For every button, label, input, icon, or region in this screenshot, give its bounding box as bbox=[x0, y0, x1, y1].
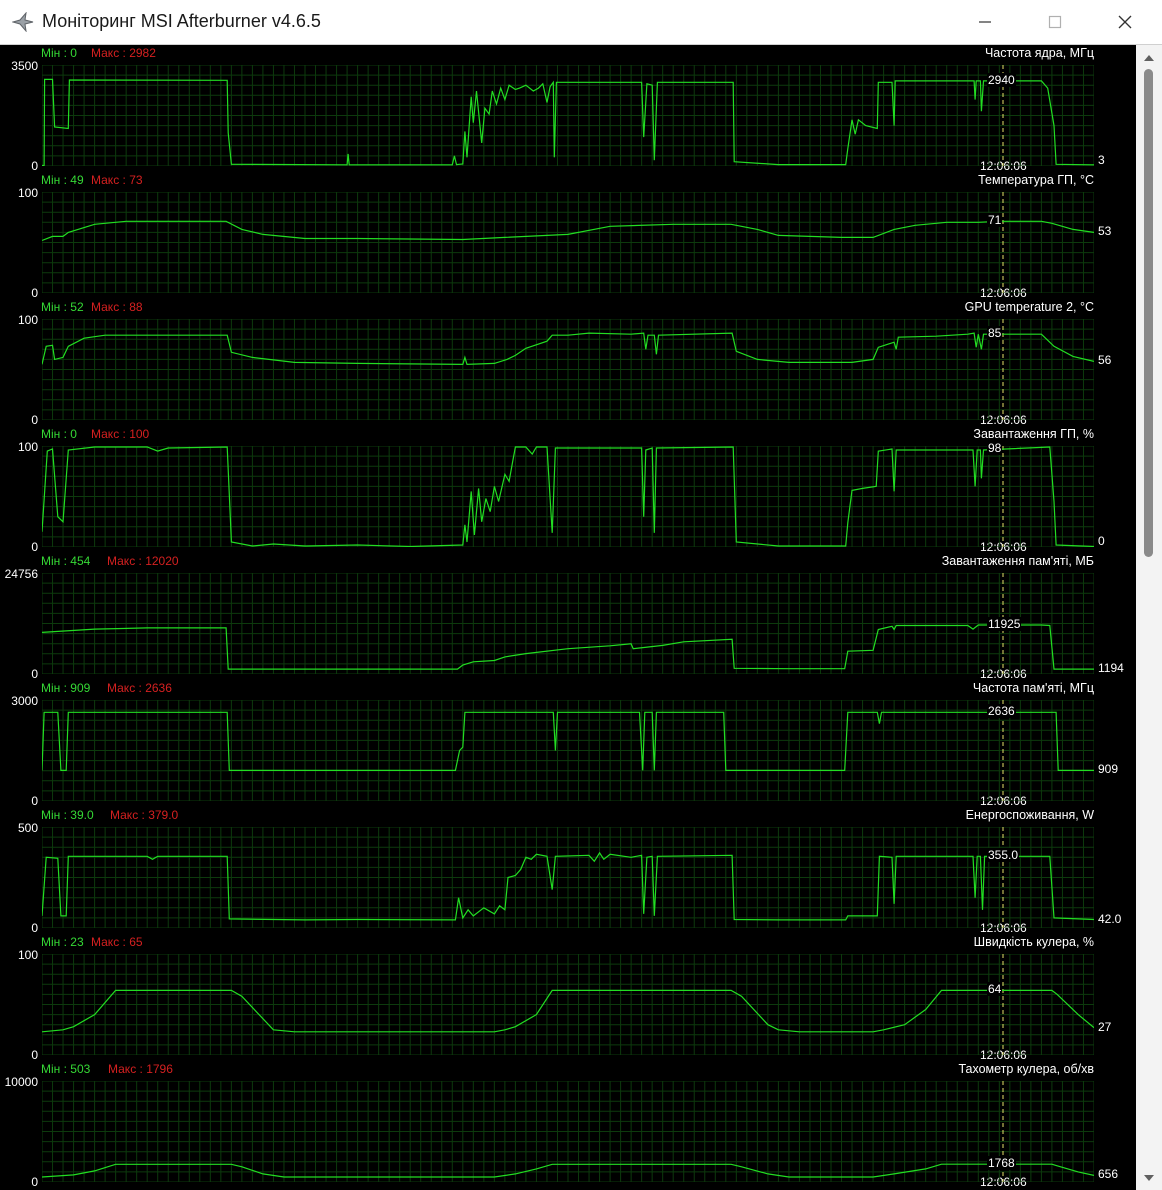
graph-last-value: 909 bbox=[1098, 762, 1119, 777]
graph-y-max-label: 24756 bbox=[4, 567, 38, 581]
graph-y-max-label: 100 bbox=[17, 440, 38, 454]
graph-max-label: Макс : 65 bbox=[91, 935, 143, 949]
graph-y-min-label: 0 bbox=[31, 159, 38, 173]
graph-y-min-label: 0 bbox=[31, 1048, 38, 1062]
vertical-scrollbar[interactable] bbox=[1136, 45, 1162, 1190]
graph-current-value: 2636 bbox=[987, 704, 1016, 719]
maximize-button[interactable] bbox=[1020, 0, 1090, 44]
graph-y-min-label: 0 bbox=[31, 286, 38, 300]
graph-current-value: 85 bbox=[987, 326, 1003, 341]
maximize-icon bbox=[1048, 15, 1062, 29]
graph-y-min-label: 0 bbox=[31, 413, 38, 427]
graph-name-label: Температура ГП, °C bbox=[978, 173, 1094, 187]
graph-max-label: Макс : 12020 bbox=[107, 554, 179, 568]
graph-max-label: Макс : 379.0 bbox=[110, 808, 179, 822]
close-icon bbox=[1118, 15, 1132, 29]
afterburner-plane-icon bbox=[11, 11, 34, 33]
graph-panel[interactable]: Мін : 0 Макс : 2982 Частота ядра, МГц 3500 0… bbox=[2, 45, 1136, 173]
graph-current-value: 1768 bbox=[987, 1156, 1016, 1171]
graph-y-min-label: 0 bbox=[31, 921, 38, 935]
graph-name-label: Частота ядра, МГц bbox=[984, 46, 1094, 60]
graph-plot[interactable] bbox=[42, 700, 1094, 801]
graph-plot[interactable] bbox=[42, 954, 1094, 1055]
graph-last-value: 53 bbox=[1098, 224, 1112, 239]
graph-y-max-label: 500 bbox=[17, 821, 38, 835]
graph-current-value: 98 bbox=[987, 441, 1003, 456]
graph-y-min-label: 0 bbox=[31, 1175, 38, 1189]
graph-max-label: Макс : 2636 bbox=[107, 681, 172, 695]
minimize-button[interactable] bbox=[950, 0, 1020, 44]
graph-plot[interactable] bbox=[42, 827, 1094, 928]
graph-last-value: 56 bbox=[1098, 353, 1112, 368]
graph-max-label: Макс : 1796 bbox=[108, 1062, 173, 1076]
graph-plot[interactable] bbox=[42, 573, 1094, 674]
scroll-down-arrow-icon[interactable] bbox=[1142, 1173, 1156, 1183]
graph-plot[interactable] bbox=[42, 319, 1094, 420]
graph-plot[interactable] bbox=[42, 446, 1094, 547]
graph-y-max-label: 100 bbox=[17, 313, 38, 327]
graph-current-value: 2940 bbox=[987, 72, 1016, 87]
graph-name-label: Завантаження пам'яті, МБ bbox=[941, 554, 1094, 568]
graph-panel[interactable]: Мін : 909 Макс : 2636 Частота пам'яті, МГц… bbox=[2, 680, 1136, 808]
graph-max-label: Макс : 2982 bbox=[91, 46, 156, 60]
graph-max-label: Макс : 88 bbox=[91, 300, 143, 314]
graph-y-min-label: 0 bbox=[31, 540, 38, 554]
graph-name-label: Тахометр кулера, об/хв bbox=[958, 1062, 1094, 1076]
close-button[interactable] bbox=[1090, 0, 1160, 44]
graph-last-value: 3 bbox=[1098, 153, 1105, 167]
graph-panel[interactable]: Мін : 23 Макс : 65 Швидкість кулера, % 100 0… bbox=[2, 934, 1136, 1062]
graph-last-value: 42.0 bbox=[1098, 911, 1122, 926]
graph-panel[interactable]: Мін : 0 Макс : 100 Завантаження ГП, % 100 0 1… bbox=[2, 426, 1136, 554]
graph-plot[interactable] bbox=[42, 65, 1094, 166]
graph-current-value: 64 bbox=[987, 982, 1003, 997]
graph-min-label: Мін : 23 bbox=[41, 935, 84, 949]
graph-name-label: Частота пам'яті, МГц bbox=[972, 681, 1094, 695]
graph-plot[interactable] bbox=[42, 1081, 1094, 1182]
graph-y-max-label: 3000 bbox=[11, 694, 38, 708]
graph-name-label: GPU temperature 2, °C bbox=[964, 300, 1094, 314]
graph-y-min-label: 0 bbox=[31, 667, 38, 681]
graph-current-value: 355.0 bbox=[987, 848, 1020, 863]
graph-y-max-label: 100 bbox=[17, 948, 38, 962]
graph-panel[interactable]: Мін : 52 Макс : 88 GPU temperature 2, °C 10… bbox=[2, 299, 1136, 427]
graph-panel[interactable]: Мін : 503 Макс : 1796 Тахометр кулера, об/… bbox=[2, 1061, 1136, 1189]
scroll-up-arrow-icon[interactable] bbox=[1142, 53, 1156, 63]
graph-min-label: Мін : 503 bbox=[41, 1062, 91, 1076]
scrollbar-thumb[interactable] bbox=[1144, 69, 1153, 557]
graph-y-max-label: 10000 bbox=[4, 1075, 38, 1089]
graph-current-value: 71 bbox=[987, 213, 1003, 228]
graph-panel[interactable]: Мін : 454 Макс : 12020 Завантаження пам'ят… bbox=[2, 553, 1136, 681]
graph-max-label: Макс : 73 bbox=[91, 173, 143, 187]
graph-current-value: 11925 bbox=[987, 617, 1022, 632]
minimize-icon bbox=[979, 21, 991, 23]
graph-min-label: Мін : 0 bbox=[41, 46, 77, 60]
title-bar[interactable]: Моніторинг MSI Afterburner v4.6.5 bbox=[0, 0, 1162, 45]
graph-last-value: 1194 bbox=[1098, 661, 1124, 675]
graph-last-value: 656 bbox=[1098, 1167, 1119, 1182]
graph-y-max-label: 100 bbox=[17, 186, 38, 200]
graph-y-max-label: 3500 bbox=[11, 59, 38, 73]
graph-name-label: Швидкість кулера, % bbox=[973, 935, 1094, 949]
graph-name-label: Енергоспоживання, W bbox=[965, 808, 1094, 822]
window-title: Моніторинг MSI Afterburner v4.6.5 bbox=[42, 11, 321, 31]
graph-max-label: Макс : 100 bbox=[91, 427, 150, 441]
graph-plot[interactable] bbox=[42, 192, 1094, 293]
graph-min-label: Мін : 909 bbox=[41, 681, 91, 695]
graph-min-label: Мін : 454 bbox=[41, 554, 91, 568]
graph-panel[interactable]: Мін : 49 Макс : 73 Температура ГП, °C 100 0 1… bbox=[2, 172, 1136, 300]
graph-min-label: Мін : 49 bbox=[41, 173, 84, 187]
graph-last-value: 0 bbox=[1098, 534, 1105, 548]
monitoring-graphs-area[interactable]: Мін : 0 Макс : 2982 Частота ядра, МГц 3500 0… bbox=[2, 45, 1136, 1190]
graph-min-label: Мін : 52 bbox=[41, 300, 84, 314]
graph-y-min-label: 0 bbox=[31, 794, 38, 808]
graph-min-label: Мін : 39.0 bbox=[41, 808, 94, 822]
graph-last-value: 27 bbox=[1098, 1019, 1112, 1034]
graph-panel[interactable]: Мін : 39.0 Макс : 379.0 Енергоспоживання, … bbox=[2, 807, 1136, 935]
graph-min-label: Мін : 0 bbox=[41, 427, 77, 441]
graph-name-label: Завантаження ГП, % bbox=[973, 427, 1094, 441]
